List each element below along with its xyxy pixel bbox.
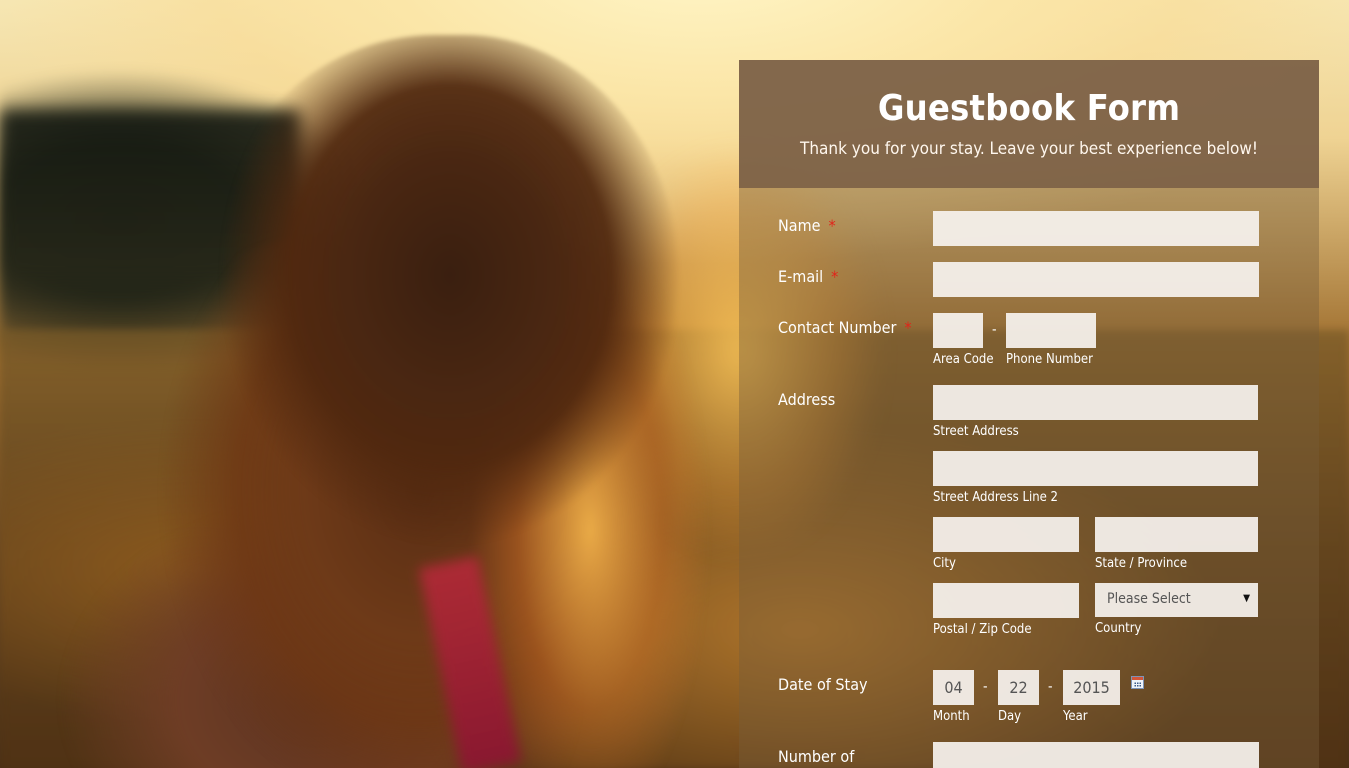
phone-separator: - xyxy=(992,322,997,338)
name-label-text: Name xyxy=(778,216,821,235)
year-sublabel: Year xyxy=(1063,709,1088,724)
state-province-input[interactable] xyxy=(1095,517,1258,552)
postal-zip-code-sublabel: Postal / Zip Code xyxy=(933,622,1032,637)
day-input[interactable]: 22 xyxy=(998,670,1039,705)
phone-number-sublabel: Phone Number xyxy=(1006,352,1093,367)
person-head xyxy=(210,35,680,595)
month-sublabel: Month xyxy=(933,709,970,724)
address-row: Address Street Address Street Address Li… xyxy=(778,385,1298,647)
calendar-icon[interactable] xyxy=(1131,676,1144,689)
email-label-text: E-mail xyxy=(778,267,824,286)
month-input[interactable]: 04 xyxy=(933,670,974,705)
date-of-stay-label: Date of Stay xyxy=(778,675,868,694)
number-of-input[interactable] xyxy=(933,742,1259,768)
required-mark: * xyxy=(831,267,839,286)
state-province-sublabel: State / Province xyxy=(1095,556,1188,571)
street-address-line2-sublabel: Street Address Line 2 xyxy=(933,490,1058,505)
address-label: Address xyxy=(778,390,836,409)
form-subtitle: Thank you for your stay. Leave your best… xyxy=(799,139,1259,159)
name-label: Name * xyxy=(778,216,836,235)
date-separator: - xyxy=(1048,679,1053,695)
guestbook-form-panel: Guestbook Form Thank you for your stay. … xyxy=(739,60,1319,768)
chevron-down-icon: ▼ xyxy=(1243,593,1250,604)
day-sublabel: Day xyxy=(998,709,1022,724)
contact-number-label: Contact Number * xyxy=(778,318,912,337)
postal-zip-code-input[interactable] xyxy=(933,583,1079,618)
required-mark: * xyxy=(904,318,912,337)
country-sublabel: Country xyxy=(1095,621,1142,636)
street-address-line2-input[interactable] xyxy=(933,451,1258,486)
area-code-input[interactable] xyxy=(933,313,983,348)
required-mark: * xyxy=(828,216,836,235)
street-address-sublabel: Street Address xyxy=(933,424,1019,439)
number-of-row: Number of xyxy=(778,742,1298,768)
date-of-stay-row: Date of Stay 04 - 22 - 2015 Month Day Ye… xyxy=(778,670,1298,730)
name-input[interactable] xyxy=(933,211,1259,246)
country-selected-value: Please Select xyxy=(1107,591,1191,607)
name-row: Name * xyxy=(778,211,1298,247)
area-code-sublabel: Area Code xyxy=(933,352,994,367)
form-header: Guestbook Form Thank you for your stay. … xyxy=(739,60,1319,188)
date-separator: - xyxy=(983,679,988,695)
country-select[interactable]: Please Select ▼ xyxy=(1095,583,1258,617)
email-input[interactable] xyxy=(933,262,1259,297)
contact-number-row: Contact Number * - Area Code Phone Number xyxy=(778,313,1298,373)
city-input[interactable] xyxy=(933,517,1079,552)
email-label: E-mail * xyxy=(778,267,838,286)
contact-number-label-text: Contact Number xyxy=(778,318,897,337)
street-address-input[interactable] xyxy=(933,385,1258,420)
email-row: E-mail * xyxy=(778,262,1298,298)
year-input[interactable]: 2015 xyxy=(1063,670,1120,705)
city-sublabel: City xyxy=(933,556,956,571)
form-title: Guestbook Form xyxy=(877,88,1181,129)
phone-number-input[interactable] xyxy=(1006,313,1096,348)
number-of-label: Number of xyxy=(778,747,855,766)
